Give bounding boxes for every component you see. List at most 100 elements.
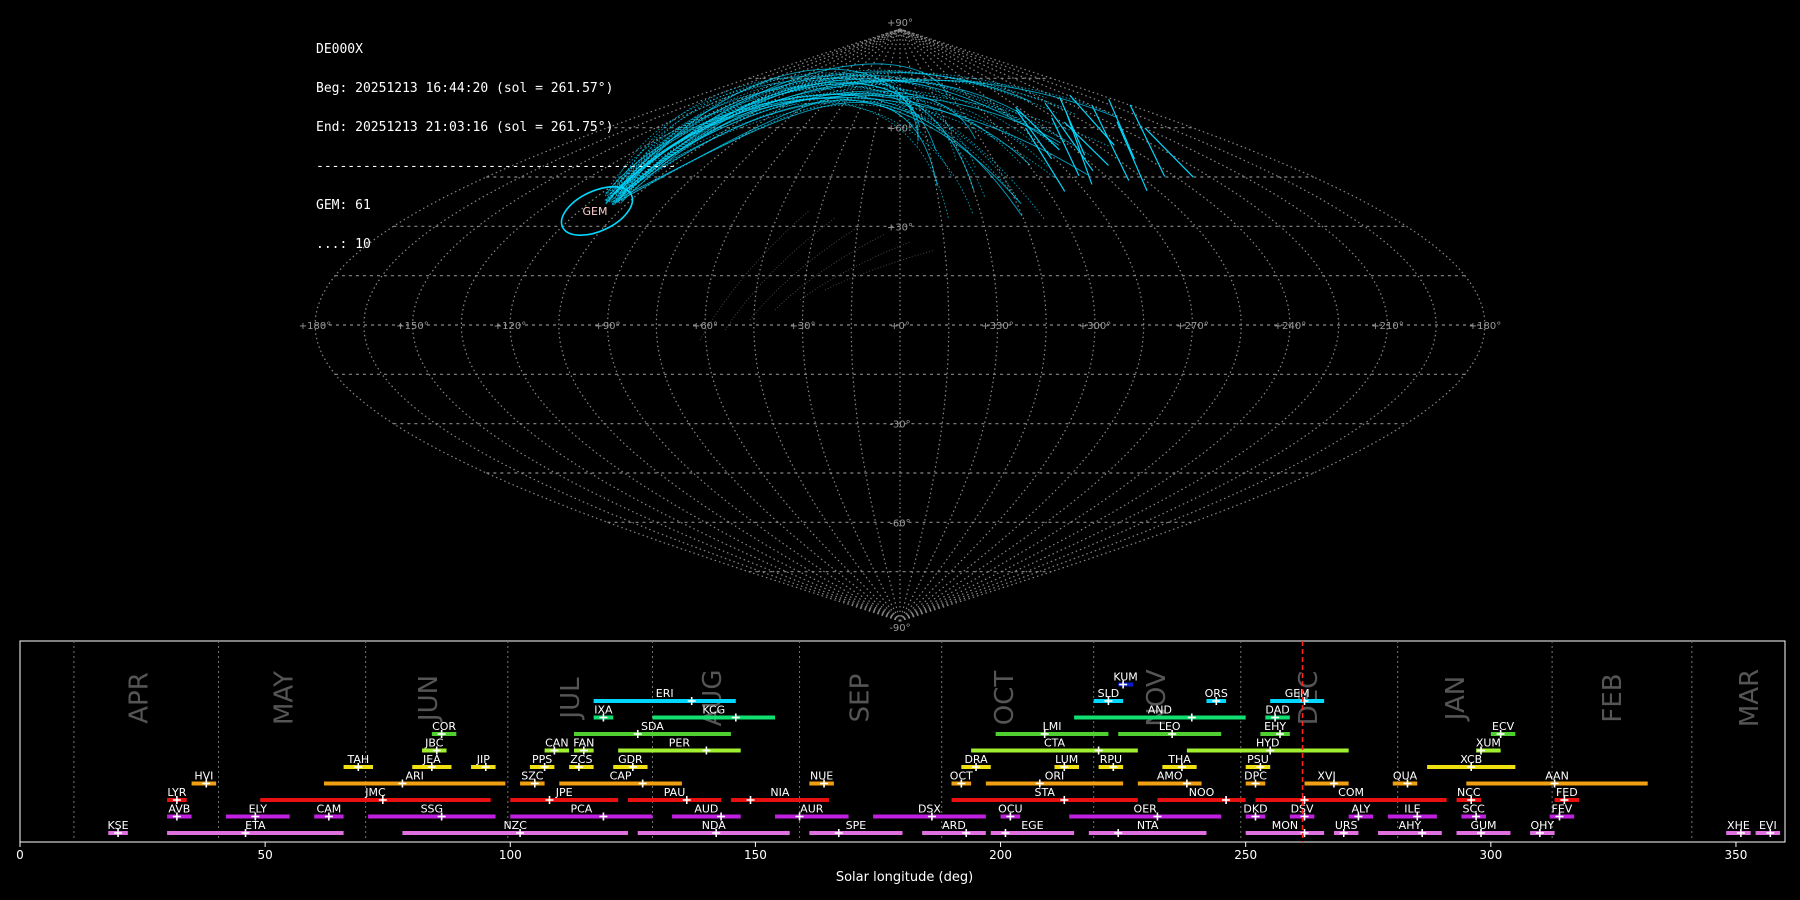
shower-label: NDA bbox=[702, 819, 727, 832]
shower-label: SSG bbox=[421, 803, 444, 816]
shower-label: JMC bbox=[364, 786, 386, 799]
shower-label: FAN bbox=[573, 737, 594, 750]
shower-label: NUE bbox=[810, 770, 833, 783]
shower-label: CAN bbox=[545, 737, 568, 750]
x-tick-label: 50 bbox=[257, 848, 272, 862]
shower-label: CTA bbox=[1044, 737, 1066, 750]
shower-label: DSX bbox=[918, 803, 941, 816]
shower-label: GUM bbox=[1470, 819, 1496, 832]
shower-label: EGE bbox=[1021, 819, 1043, 832]
shower-label: JBC bbox=[424, 737, 444, 750]
shower-label: SLD bbox=[1098, 687, 1120, 700]
shower-label: SPE bbox=[846, 819, 867, 832]
month-label: APR bbox=[125, 672, 155, 724]
shower-label: XHE bbox=[1727, 819, 1750, 832]
x-tick-label: 150 bbox=[744, 848, 767, 862]
shower-label: OHY bbox=[1530, 819, 1554, 832]
shower-label: PPS bbox=[532, 753, 552, 766]
shower-label: THA bbox=[1167, 753, 1191, 766]
shower-label: FED bbox=[1556, 786, 1578, 799]
shower-label: GDR bbox=[618, 753, 643, 766]
shower-label: AUR bbox=[800, 803, 824, 816]
shower-label: OCU bbox=[998, 803, 1022, 816]
shower-label: PCA bbox=[570, 803, 592, 816]
x-tick-label: 100 bbox=[499, 848, 522, 862]
shower-label: ZCS bbox=[570, 753, 592, 766]
shower-label: DAD bbox=[1265, 704, 1289, 717]
shower-label: NCC bbox=[1457, 786, 1481, 799]
x-tick-label: 350 bbox=[1725, 848, 1748, 862]
shower-label: ORS bbox=[1205, 687, 1228, 700]
shower-label: URS bbox=[1335, 819, 1358, 832]
shower-label: COM bbox=[1338, 786, 1364, 799]
shower-label: PSU bbox=[1247, 753, 1269, 766]
month-label: FEB bbox=[1598, 673, 1628, 722]
shower-label: TAH bbox=[346, 753, 369, 766]
month-label: JUN bbox=[414, 675, 444, 723]
x-tick-label: 0 bbox=[16, 848, 24, 862]
shower-label: FEV bbox=[1552, 803, 1573, 816]
shower-label: KSE bbox=[107, 819, 128, 832]
shower-label: SZC bbox=[521, 770, 544, 783]
x-tick-label: 200 bbox=[989, 848, 1012, 862]
month-label: JUL bbox=[556, 677, 586, 721]
month-label: OCT bbox=[990, 671, 1020, 726]
shower-label: ECV bbox=[1492, 720, 1515, 733]
shower-label: NIA bbox=[770, 786, 789, 799]
shower-label: ORI bbox=[1045, 770, 1065, 783]
shower-label: NTA bbox=[1137, 819, 1159, 832]
shower-label: KCG bbox=[702, 704, 725, 717]
shower-label: SCC bbox=[1463, 803, 1486, 816]
shower-label: ETA bbox=[245, 819, 266, 832]
shower-label: ELY bbox=[249, 803, 268, 816]
shower-label: RPU bbox=[1100, 753, 1122, 766]
shower-label: AAN bbox=[1545, 770, 1569, 783]
shower-label: EVI bbox=[1759, 819, 1777, 832]
shower-label: DKD bbox=[1243, 803, 1267, 816]
shower-label: NZC bbox=[503, 819, 527, 832]
shower-label: KUM bbox=[1113, 671, 1137, 684]
x-tick-label: 300 bbox=[1479, 848, 1502, 862]
shower-label: QUA bbox=[1393, 770, 1418, 783]
month-label: JAN bbox=[1441, 676, 1471, 722]
month-label: MAR bbox=[1735, 669, 1765, 727]
shower-label: OER bbox=[1134, 803, 1158, 816]
shower-label: DPC bbox=[1244, 770, 1267, 783]
x-tick-label: 250 bbox=[1234, 848, 1257, 862]
shower-label: ERI bbox=[656, 687, 674, 700]
shower-label: CAM bbox=[317, 803, 342, 816]
shower-label: AHY bbox=[1399, 819, 1422, 832]
month-label: MAY bbox=[269, 671, 299, 725]
shower-label: ARI bbox=[405, 770, 423, 783]
shower-label: ARD bbox=[942, 819, 966, 832]
shower-label: AUD bbox=[694, 803, 718, 816]
shower-label: HVI bbox=[194, 770, 213, 783]
shower-label: DRA bbox=[964, 753, 988, 766]
shower-label: GEM bbox=[1285, 687, 1310, 700]
shower-label: AVB bbox=[168, 803, 190, 816]
shower-label: EHY bbox=[1264, 720, 1286, 733]
shower-label: XVI bbox=[1317, 770, 1335, 783]
shower-label: ILE bbox=[1404, 803, 1420, 816]
shower-label: IXA bbox=[594, 704, 613, 717]
shower-label: XUM bbox=[1476, 737, 1501, 750]
shower-label: ALY bbox=[1351, 803, 1370, 816]
shower-label: XCB bbox=[1460, 753, 1482, 766]
shower-label: PAU bbox=[664, 786, 686, 799]
shower-label: NOO bbox=[1189, 786, 1215, 799]
shower-label: AMO bbox=[1157, 770, 1183, 783]
shower-label: LMI bbox=[1043, 720, 1062, 733]
shower-label: JIP bbox=[476, 753, 490, 766]
shower-label: HYD bbox=[1256, 737, 1279, 750]
shower-label: MON bbox=[1272, 819, 1298, 832]
shower-label: LYR bbox=[167, 786, 186, 799]
shower-label: SDA bbox=[641, 720, 664, 733]
shower-timeline-chart: APR MAY JUN JUL AUG SEP OCT NOV DEC JAN FEB MARKUME… bbox=[16, 640, 1786, 885]
x-axis-label: Solar longitude (deg) bbox=[836, 870, 973, 885]
shower-label: JEA bbox=[422, 753, 441, 766]
month-label: SEP bbox=[845, 674, 875, 723]
shower-label: STA bbox=[1034, 786, 1055, 799]
shower-label: PER bbox=[669, 737, 691, 750]
shower-label: CAP bbox=[610, 770, 632, 783]
shower-label: LUM bbox=[1055, 753, 1078, 766]
